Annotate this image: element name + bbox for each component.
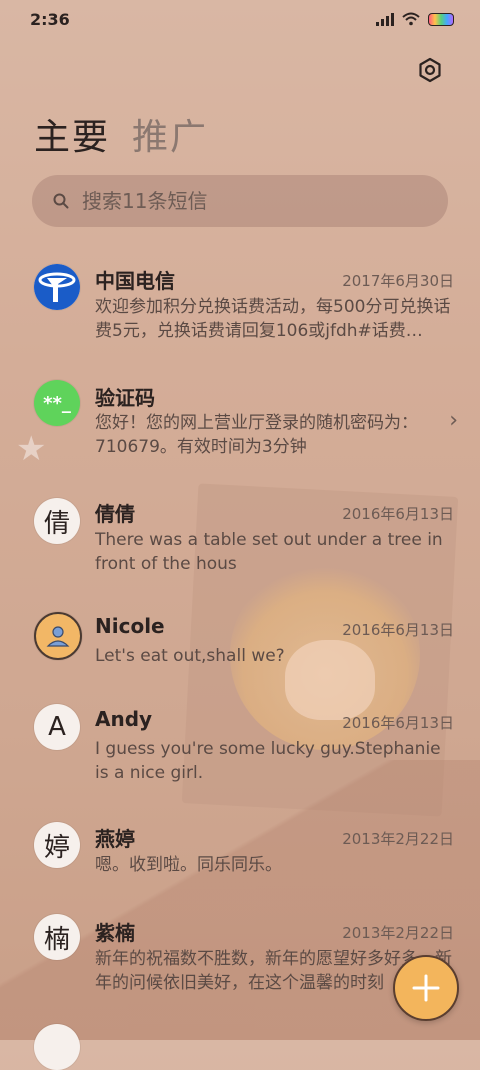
conversation-date: 2013年2月22日 [342,924,454,942]
contact-avatar: 楠 [34,914,80,960]
status-bar: 2:36 [0,0,480,40]
china-telecom-logo-icon [34,264,80,310]
contact-avatar: 婷 [34,822,80,868]
battery-icon [428,12,454,26]
conversation-item[interactable]: 倩 倩倩 2016年6月13日 There was a table set ou… [0,490,480,590]
tab-main[interactable]: 主要 [34,108,110,160]
contact-avatar: 倩 [34,498,80,544]
person-icon [34,612,82,660]
conversation-name: 中国电信 [95,269,175,293]
conversation-name: Nicole [95,614,165,638]
conversation-item[interactable]: **_ 验证码 您好！您的网上营业厅登录的随机密码为：710679。有效时间为3… [0,374,480,474]
conversation-item[interactable]: A Andy 2016年6月13日 I guess you're some lu… [0,700,480,800]
conversation-name: Andy [95,707,153,731]
search-input[interactable] [80,188,448,214]
conversation-name: 验证码 [95,386,155,410]
conversation-date: 2016年6月13日 [342,621,454,639]
conversation-date: 2017年6月30日 [342,272,454,290]
status-icons [376,12,454,26]
conversation-preview: Let's eat out,shall we? [95,646,285,666]
conversation-name: 紫楠 [95,921,135,945]
conversation-preview: 嗯。收到啦。同乐同乐。 [95,855,282,875]
gear-icon [419,57,441,83]
conversation-item[interactable]: 婷 燕婷 2013年2月22日 嗯。收到啦。同乐同乐。 [0,816,480,892]
chevron-right-icon[interactable]: › [449,408,458,433]
tab-bar: 主要 推广 [34,108,208,160]
wifi-icon [402,12,420,26]
settings-button[interactable] [414,54,446,86]
contact-avatar-partial [34,1024,80,1070]
conversation-preview: I guess you're some lucky guy.Stephanie … [95,739,441,783]
tab-promotions[interactable]: 推广 [132,108,208,160]
conversation-name: 燕婷 [95,827,135,851]
conversation-date: 2013年2月22日 [342,830,454,848]
conversation-preview: 您好！您的网上营业厅登录的随机密码为：710679。有效时间为3分钟 [95,413,418,457]
search-icon [53,193,69,209]
conversation-item[interactable]: 中国电信 2017年6月30日 欢迎参加积分兑换话费活动，每500分可兑换话费5… [0,258,480,358]
conversation-name: 倩倩 [95,502,135,526]
conversation-date: 2016年6月13日 [342,505,454,523]
conversation-item[interactable]: Nicole 2016年6月13日 Let's eat out,shall we… [0,606,480,682]
new-message-button[interactable] [393,955,459,1021]
signal-icon [376,12,394,26]
search-bar[interactable] [32,175,448,227]
conversation-date: 2016年6月13日 [342,714,454,732]
status-time: 2:36 [30,10,70,29]
conversation-preview: 欢迎参加积分兑换话费活动，每500分可兑换话费5元，兑换话费请回复106或jfd… [95,297,451,341]
conversation-preview: There was a table set out under a tree i… [95,530,443,574]
plus-icon [412,974,440,1002]
verification-code-avatar: **_ [34,380,80,426]
contact-avatar: A [34,704,80,750]
